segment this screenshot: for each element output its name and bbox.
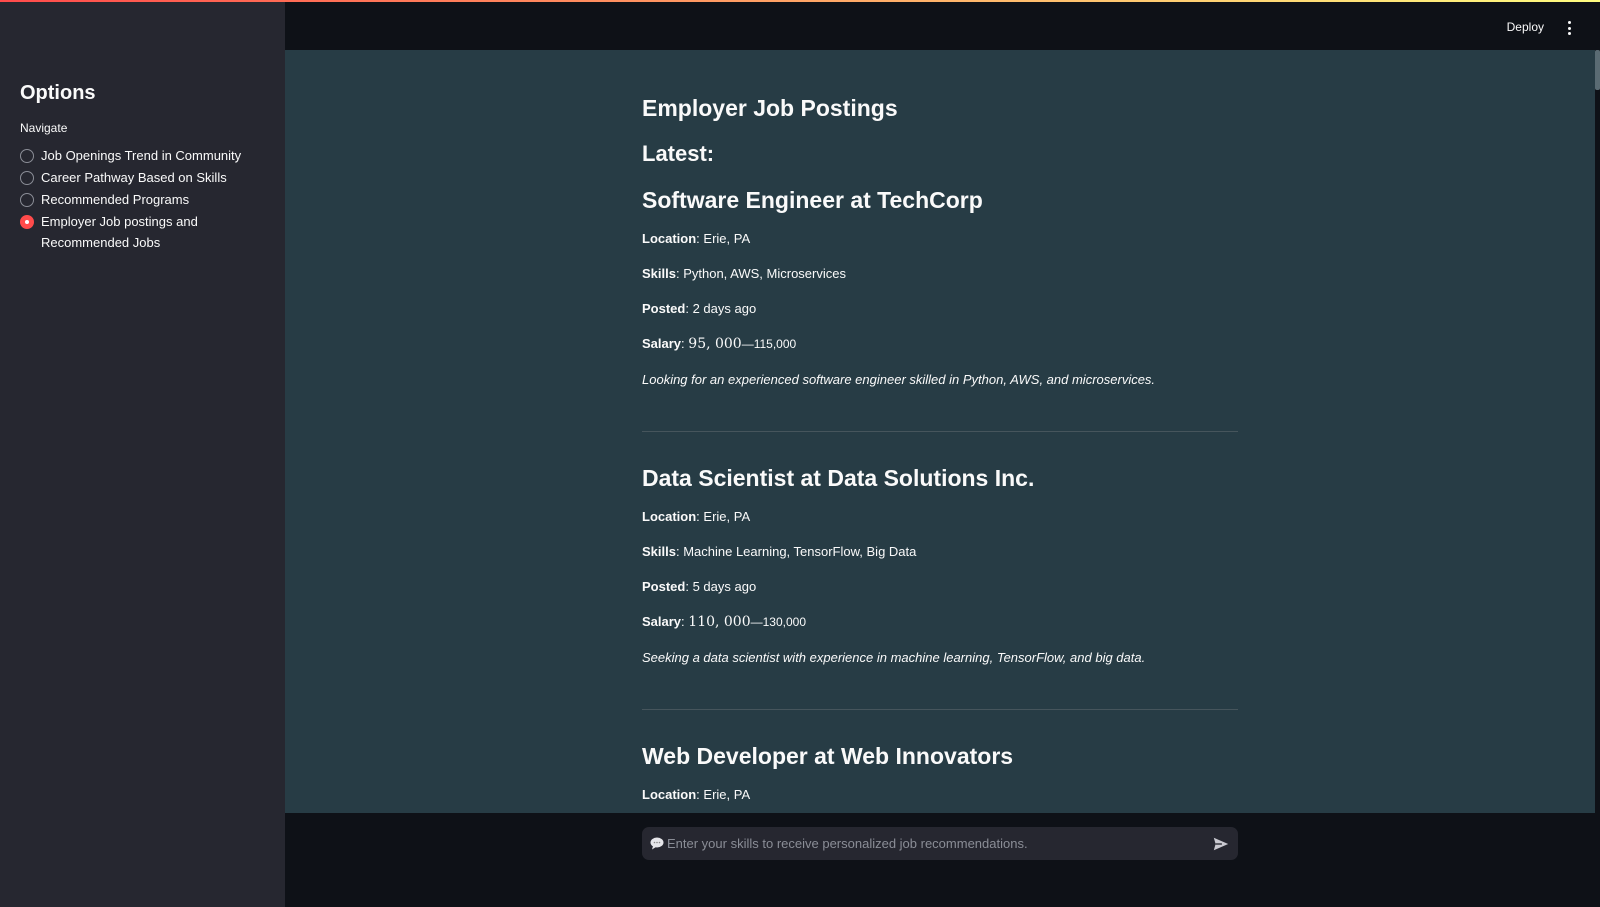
divider — [642, 709, 1238, 710]
job-posting: Software Engineer at TechCorp Location: … — [642, 187, 1238, 389]
navigate-radio-group: Job Openings Trend in Community Career P… — [20, 145, 265, 253]
field-label: Location — [642, 231, 697, 246]
job-salary: Salary: 110, 000—130,000 — [642, 614, 807, 630]
field-label: Location — [642, 509, 697, 524]
field-label: Skills — [642, 544, 676, 559]
job-description: Looking for an experienced software engi… — [642, 372, 1156, 387]
main-content: Employer Job Postings Latest: Software E… — [285, 50, 1595, 813]
radio-job-openings-trend[interactable]: Job Openings Trend in Community — [20, 145, 265, 166]
job-skills: Skills: Python, AWS, Microservices — [642, 266, 846, 281]
job-posted: Posted: 2 days ago — [642, 301, 757, 316]
field-label: Location — [642, 787, 697, 802]
scrollbar-thumb[interactable] — [1595, 50, 1600, 90]
skills-chat-input[interactable] — [667, 836, 1206, 851]
divider — [642, 431, 1238, 432]
latest-heading: Latest: — [642, 141, 715, 166]
radio-label: Employer Job postings and Recommended Jo… — [41, 214, 198, 250]
speech-bubble-icon — [650, 837, 664, 850]
job-location: Location: Erie, PA — [642, 787, 751, 802]
salary-value: 95, 000—115,000 — [688, 336, 796, 352]
field-label: Skills — [642, 266, 676, 281]
field-value: Python, AWS, Microservices — [683, 266, 846, 281]
job-location: Location: Erie, PA — [642, 231, 751, 246]
field-label: Posted — [642, 579, 686, 594]
radio-label: Recommended Programs — [41, 192, 190, 207]
job-title: Data Scientist at Data Solutions Inc. — [642, 465, 1035, 491]
job-title: Web Developer at Web Innovators — [642, 743, 1014, 769]
field-value: Erie, PA — [703, 509, 751, 524]
job-posting: Data Scientist at Data Solutions Inc. Lo… — [642, 465, 1238, 667]
field-value: Erie, PA — [703, 787, 751, 802]
radio-button-icon[interactable] — [20, 171, 34, 185]
top-header: Deploy — [285, 0, 1600, 50]
radio-button-selected-icon[interactable] — [20, 215, 34, 229]
field-label: Posted — [642, 301, 686, 316]
radio-label: Career Pathway Based on Skills — [41, 170, 227, 185]
chat-input-container[interactable] — [642, 827, 1238, 860]
job-title: Software Engineer at TechCorp — [642, 187, 983, 213]
job-skills: Skills: Machine Learning, TensorFlow, Bi… — [642, 544, 917, 559]
salary-sub: —130,000 — [750, 615, 807, 629]
job-posting: Web Developer at Web Innovators Location… — [642, 743, 1238, 804]
deploy-button[interactable]: Deploy — [1507, 20, 1544, 34]
salary-sub: —115,000 — [741, 337, 797, 351]
radio-career-pathway[interactable]: Career Pathway Based on Skills — [20, 167, 265, 188]
field-value: Machine Learning, TensorFlow, Big Data — [683, 544, 917, 559]
send-icon[interactable] — [1212, 835, 1230, 853]
job-description: Seeking a data scientist with experience… — [642, 650, 1146, 665]
field-label: Salary — [642, 336, 682, 351]
field-value: 2 days ago — [692, 301, 757, 316]
field-value: Erie, PA — [703, 231, 751, 246]
top-decoration-line — [0, 0, 1600, 2]
radio-label: Job Openings Trend in Community — [41, 148, 242, 163]
radio-recommended-programs[interactable]: Recommended Programs — [20, 189, 265, 210]
job-posted: Posted: 5 days ago — [642, 579, 757, 594]
sidebar: Options Navigate Job Openings Trend in C… — [0, 0, 285, 907]
field-label: Salary — [642, 614, 682, 629]
radio-button-icon[interactable] — [20, 193, 34, 207]
page-title: Employer Job Postings — [642, 95, 898, 121]
chat-input-bar — [285, 813, 1600, 907]
kebab-menu-icon[interactable] — [1566, 21, 1572, 35]
field-value: 5 days ago — [692, 579, 757, 594]
job-salary: Salary: 95, 000—115,000 — [642, 336, 797, 352]
radio-button-icon[interactable] — [20, 149, 34, 163]
salary-value: 110, 000—130,000 — [688, 614, 806, 630]
navigate-label: Navigate — [20, 121, 68, 135]
sidebar-title: Options — [20, 82, 96, 104]
radio-employer-job-postings[interactable]: Employer Job postings and Recommended Jo… — [20, 211, 265, 253]
salary-main: 110, 000 — [688, 614, 751, 630]
job-location: Location: Erie, PA — [642, 509, 751, 524]
salary-main: 95, 000 — [688, 336, 742, 352]
